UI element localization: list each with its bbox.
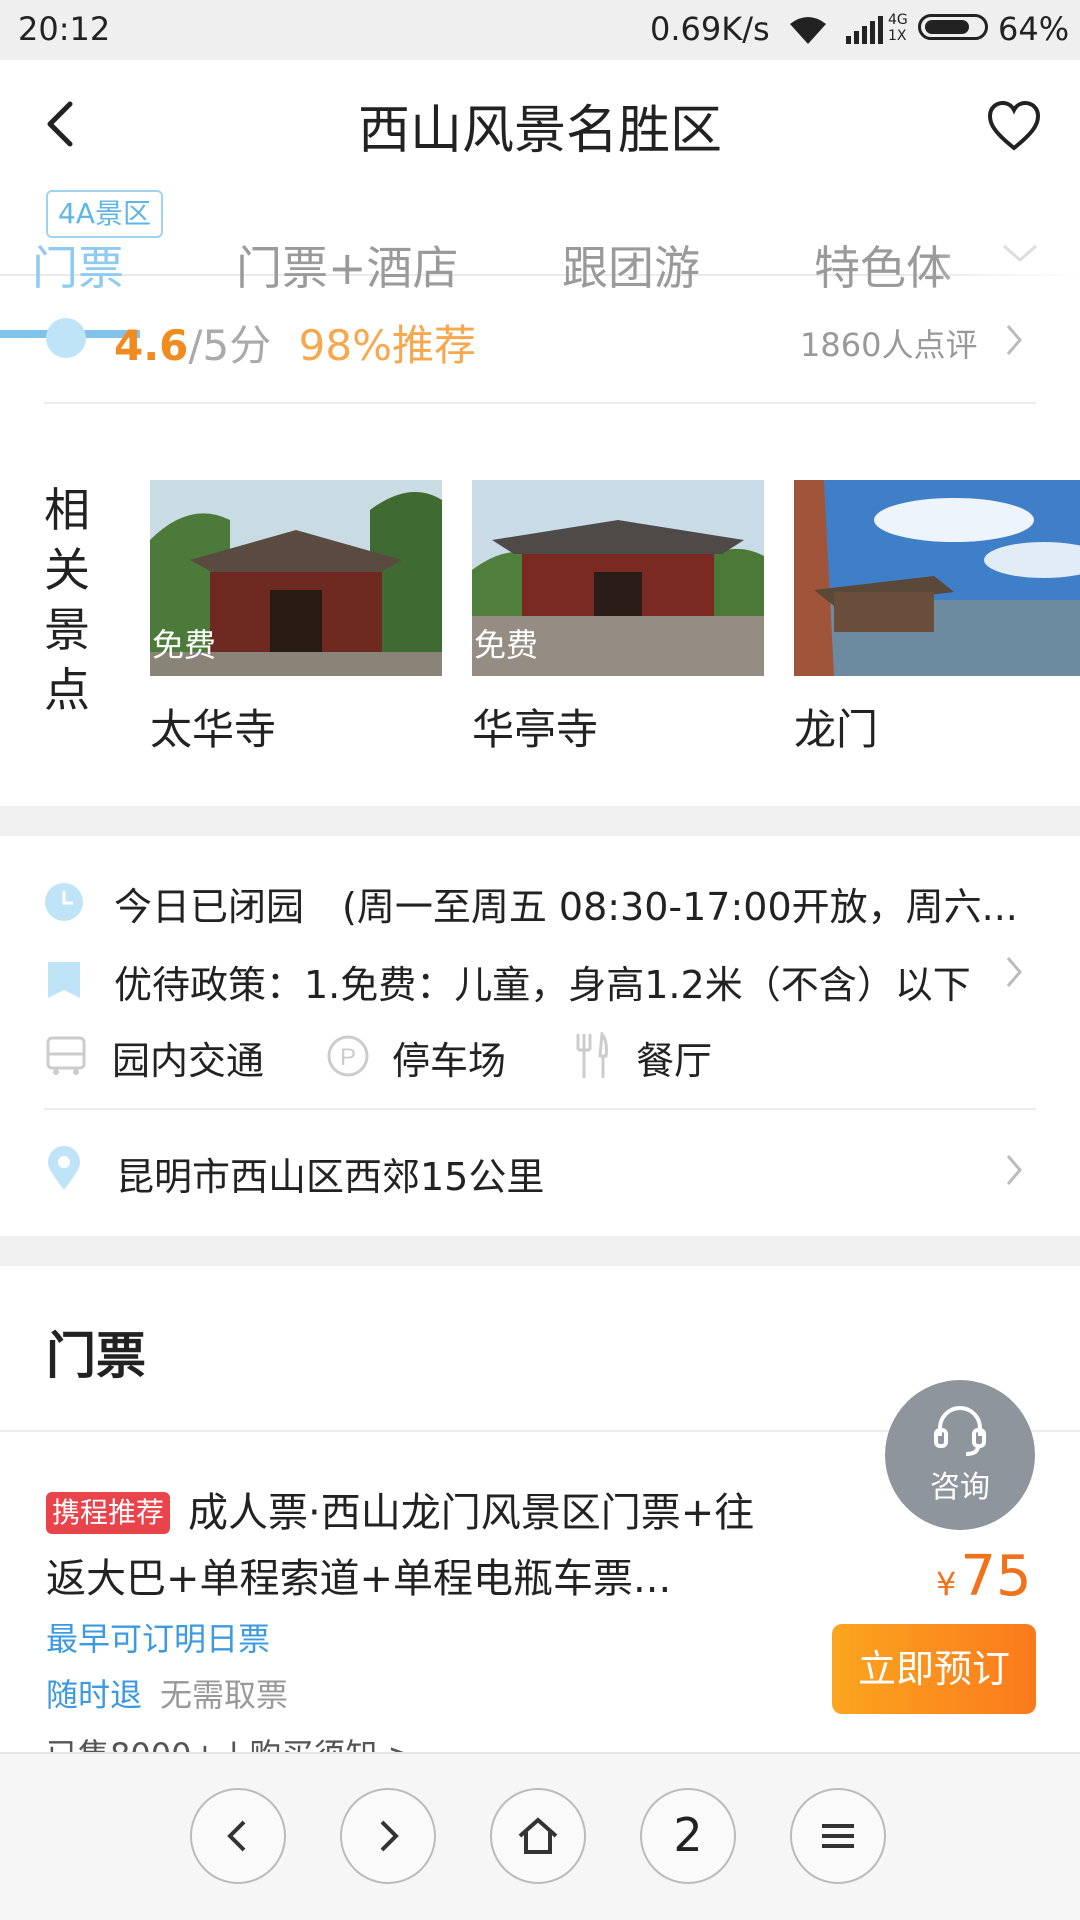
chevron-right-icon[interactable] xyxy=(1004,954,1024,990)
browser-bottom-nav: 2 xyxy=(0,1752,1080,1920)
spot-card[interactable]: 免费 太华寺 xyxy=(150,480,442,757)
parking-icon: P xyxy=(327,1035,369,1077)
network-type-top: 4G xyxy=(888,12,908,28)
spot-name: 太华寺 xyxy=(150,705,277,754)
section-gap xyxy=(0,806,1080,836)
chevron-right-icon[interactable] xyxy=(1004,1152,1024,1188)
related-spots-title: 相关景点 xyxy=(44,483,90,717)
no-pickup-needed: 无需取票 xyxy=(160,1676,289,1714)
divider xyxy=(44,402,1036,404)
signal-icon: 4G 1X xyxy=(846,12,912,48)
headset-icon xyxy=(934,1406,986,1456)
spot-card[interactable]: 免费 华亭寺 xyxy=(472,480,764,757)
facility-transport[interactable]: 园内交通 xyxy=(112,1030,264,1085)
spot-image: 免费 xyxy=(472,480,764,676)
clock-icon xyxy=(45,883,83,921)
rating-score: 4.6 xyxy=(114,321,189,370)
free-badge: 免费 xyxy=(152,626,217,664)
preferential-policy-row[interactable]: 优待政策：1.免费：儿童，身高1.2米（不含）以下... xyxy=(44,950,1036,1010)
chevron-left-icon xyxy=(227,1820,246,1852)
location-pin-icon xyxy=(48,1146,80,1190)
spot-name: 华亭寺 xyxy=(472,705,599,754)
smile-icon xyxy=(46,318,86,358)
spot-image xyxy=(794,480,1080,676)
ticket-price: ¥75 xyxy=(936,1544,1032,1609)
header-bar: 西山风景名胜区 xyxy=(0,60,1080,190)
section-gap xyxy=(0,1236,1080,1266)
facility-parking[interactable]: 停车场 xyxy=(392,1030,506,1085)
tab-tickets[interactable]: 门票 xyxy=(32,232,124,298)
price-currency: ¥ xyxy=(936,1565,957,1603)
wifi-icon xyxy=(790,17,826,44)
svg-text:P: P xyxy=(340,1044,356,1071)
scenic-level-tag: 4A景区 xyxy=(46,190,163,238)
rating-max: /5分 xyxy=(188,321,272,370)
page-title: 西山风景名胜区 xyxy=(357,101,722,161)
bookmark-icon xyxy=(48,962,80,998)
earliest-booking: 最早可订明日票 xyxy=(46,1620,271,1658)
nav-back-button[interactable] xyxy=(190,1788,286,1884)
nav-tabs-button[interactable]: 2 xyxy=(640,1788,736,1884)
recommend-badge: 携程推荐 xyxy=(46,1492,171,1534)
facility-restaurant[interactable]: 餐厅 xyxy=(636,1030,712,1085)
price-value: 75 xyxy=(960,1544,1032,1609)
address-row[interactable]: 昆明市西山区西郊15公里 xyxy=(44,1140,1036,1200)
chevron-right-icon[interactable] xyxy=(1004,322,1024,358)
menu-icon xyxy=(822,1824,854,1848)
book-now-button[interactable]: 立即预订 xyxy=(832,1624,1036,1714)
restaurant-icon xyxy=(576,1032,608,1078)
chevron-right-icon xyxy=(380,1820,399,1852)
status-time: 20:12 xyxy=(18,10,111,48)
consult-label: 咨询 xyxy=(930,1470,990,1505)
free-badge: 免费 xyxy=(474,626,539,664)
status-bar: 20:12 0.69K/s 4G 1X 64% xyxy=(0,0,1080,60)
opening-hours-text: 今日已闭园 (周一至周五 08:30-17:00开放，周六... xyxy=(114,885,1018,929)
network-type-bottom: 1X xyxy=(888,28,907,44)
spot-name: 龙门 xyxy=(794,705,879,754)
rating: 4.6/5分 98%推荐 xyxy=(114,312,476,373)
tab-ticket-hotel[interactable]: 门票+酒店 xyxy=(236,232,459,298)
bus-icon xyxy=(46,1036,86,1075)
review-count[interactable]: 1860人点评 xyxy=(800,320,977,366)
tickets-section-title: 门票 xyxy=(46,1327,146,1385)
tabs-count: 2 xyxy=(673,1808,703,1862)
address-text: 昆明市西山区西郊15公里 xyxy=(116,1155,545,1199)
preferential-policy-text: 优待政策：1.免费：儿童，身高1.2米（不含）以下... xyxy=(114,963,974,1007)
nav-home-button[interactable] xyxy=(490,1788,586,1884)
spot-card[interactable]: 龙门 xyxy=(794,480,1080,757)
spot-image: 免费 xyxy=(150,480,442,676)
nav-menu-button[interactable] xyxy=(790,1788,886,1884)
consult-button[interactable]: 咨询 xyxy=(885,1380,1035,1530)
tabs-overlay: 4A景区 门票 门票+酒店 跟团游 特色体 4.6/5分 98%推荐 1860人… xyxy=(0,190,1080,410)
divider xyxy=(44,1108,1036,1110)
favorite-heart-icon[interactable] xyxy=(986,100,1042,152)
chevron-down-icon[interactable] xyxy=(1000,242,1040,266)
tab-group-tour[interactable]: 跟团游 xyxy=(562,232,700,298)
refund-policy: 随时退 xyxy=(46,1676,143,1714)
battery-icon xyxy=(918,14,988,40)
nav-forward-button[interactable] xyxy=(340,1788,436,1884)
battery-percent: 64% xyxy=(998,10,1070,48)
tab-special-experience[interactable]: 特色体 xyxy=(814,232,952,298)
home-icon xyxy=(518,1817,558,1854)
recommend-rate: 98%推荐 xyxy=(298,321,476,370)
network-speed: 0.69K/s xyxy=(650,10,770,48)
